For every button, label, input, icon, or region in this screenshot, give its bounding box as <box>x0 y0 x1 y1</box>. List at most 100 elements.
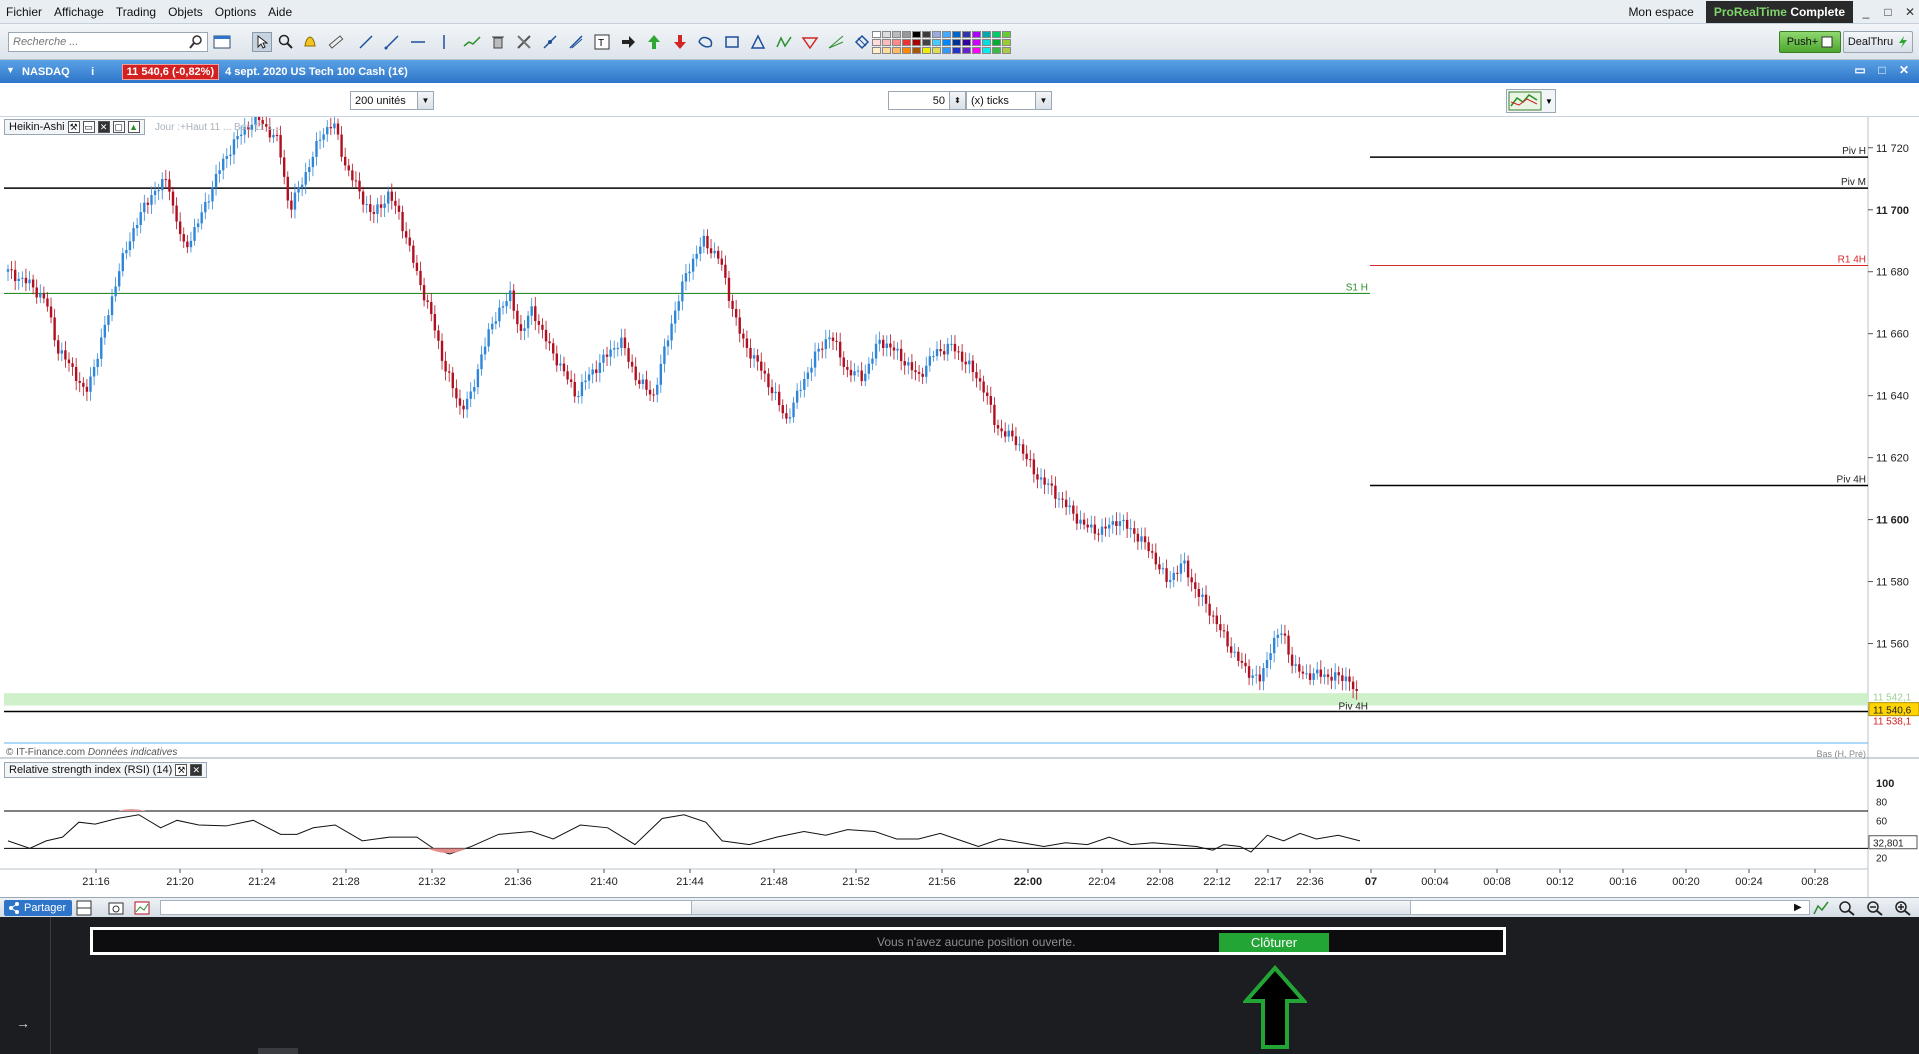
new-window-icon[interactable] <box>212 32 232 52</box>
expand-arrow-icon[interactable]: → <box>16 1015 30 1031</box>
maximize-chart-icon[interactable]: □ <box>1874 63 1890 79</box>
chart-type-button[interactable]: ▼ <box>1506 89 1556 113</box>
arrow-up-green-icon[interactable] <box>644 32 664 52</box>
screenshot-icon[interactable] <box>108 900 124 916</box>
indicator-add-icon[interactable] <box>134 900 152 916</box>
alert-bell-icon[interactable] <box>300 32 320 52</box>
arrow-up-icon[interactable]: ▲ <box>127 121 140 133</box>
wrench-icon[interactable]: ⚒ <box>67 121 80 133</box>
gann-tool-icon[interactable] <box>826 32 846 52</box>
layout-icon[interactable] <box>76 900 92 916</box>
horizontal-line-icon[interactable] <box>408 32 428 52</box>
trash-icon[interactable] <box>488 32 508 52</box>
cloturer-button[interactable]: Clôturer <box>1219 933 1329 952</box>
arrow-down-red-icon[interactable] <box>670 32 690 52</box>
candle-down <box>638 380 641 384</box>
fibonacci-icon[interactable] <box>540 32 560 52</box>
rsi-indicator-label[interactable]: Relative strength index (RSI) (14) ⚒ ✕ <box>4 762 208 778</box>
pitchfork-icon[interactable] <box>566 32 586 52</box>
zoom-out-icon[interactable] <box>1866 900 1884 916</box>
scroll-thumb[interactable] <box>691 901 1411 914</box>
search-icon[interactable] <box>188 34 204 50</box>
candle-down <box>343 156 347 166</box>
candle-up <box>157 190 160 192</box>
arrow-right-icon[interactable] <box>618 32 638 52</box>
color-palette[interactable] <box>872 31 1011 54</box>
close-chart-icon[interactable]: ✕ <box>1896 63 1912 79</box>
restore-icon[interactable]: ▢ <box>112 121 125 133</box>
candle-down <box>964 361 967 365</box>
candle-up <box>232 139 236 155</box>
units-select[interactable]: 200 unités ▼ <box>350 91 434 110</box>
scroll-right-icon[interactable]: ▶ <box>1794 902 1802 913</box>
scroll-track[interactable] <box>160 900 1810 915</box>
text-tool-icon[interactable]: T <box>592 32 612 52</box>
candle-down <box>785 413 788 419</box>
close-icon[interactable]: ✕ <box>97 121 110 133</box>
ray-tool-icon[interactable] <box>382 32 402 52</box>
chart-area[interactable]: Piv H Piv M R1 4H S1 H Piv 4H Piv 4H Bas (H, P… <box>0 117 1919 897</box>
menu-item-fichier[interactable]: Fichier <box>0 5 48 19</box>
candle-down <box>1165 568 1168 582</box>
push-plus-button[interactable]: Push+ <box>1779 31 1841 53</box>
pattern-tool-icon[interactable] <box>800 32 820 52</box>
delete-drawings-icon[interactable] <box>852 32 872 52</box>
minimize-button[interactable]: _ <box>1857 5 1875 19</box>
ellipse-tool-icon[interactable] <box>696 32 716 52</box>
candle-up <box>207 201 211 203</box>
candle-up <box>196 223 200 227</box>
chevron-down-icon[interactable]: ▼ <box>417 92 433 109</box>
line-tool-icon[interactable] <box>356 32 376 52</box>
candle-down <box>986 392 989 397</box>
zigzag-tool-icon[interactable] <box>774 32 794 52</box>
ticks-unit-select[interactable]: (x) ticks ▼ <box>966 91 1052 110</box>
candle-up <box>806 372 810 379</box>
maximize-button[interactable]: □ <box>1879 5 1897 19</box>
instrument-dropdown-icon[interactable]: ▼ <box>6 65 15 75</box>
mon-espace-link[interactable]: Mon espace <box>1620 5 1701 19</box>
candle-up <box>1100 526 1104 535</box>
menu-item-aide[interactable]: Aide <box>262 5 298 19</box>
menu-item-affichage[interactable]: Affichage <box>48 5 110 19</box>
rectangle-tool-icon[interactable] <box>722 32 742 52</box>
menu-item-options[interactable]: Options <box>209 5 262 19</box>
triangle-tool-icon[interactable] <box>748 32 768 52</box>
stepper-icon[interactable]: ⬍ <box>949 92 965 109</box>
candle-down <box>82 382 85 387</box>
candle-up <box>1262 667 1265 682</box>
zoom-fit-icon[interactable] <box>1838 900 1856 916</box>
trend-channel-icon[interactable] <box>462 32 482 52</box>
chevron-down-icon[interactable]: ▼ <box>1035 92 1051 109</box>
candle-down <box>648 389 652 395</box>
search-input[interactable] <box>9 33 187 51</box>
bottom-tab-handle[interactable] <box>258 1048 298 1054</box>
window-icon[interactable]: ▭ <box>82 121 95 133</box>
close-window-button[interactable]: ✕ <box>1901 5 1919 19</box>
minimize-chart-icon[interactable]: ▭ <box>1852 63 1868 79</box>
candle-up <box>229 154 232 157</box>
autoscale-icon[interactable] <box>1812 900 1830 916</box>
candle-down <box>1258 674 1262 682</box>
zoom-icon[interactable] <box>276 32 296 52</box>
cursor-icon[interactable] <box>252 32 272 52</box>
tools-icon[interactable] <box>514 32 534 52</box>
partager-button[interactable]: Partager <box>4 900 72 916</box>
info-icon[interactable]: i <box>88 66 98 78</box>
close-icon[interactable]: ✕ <box>190 764 203 776</box>
price-chart[interactable]: Piv H Piv M R1 4H S1 H Piv 4H Piv 4H Bas (H, P… <box>0 117 1919 897</box>
candle-down <box>394 200 397 206</box>
candle-up <box>114 286 117 297</box>
candle-down <box>408 237 411 246</box>
time-axis-label: 00:28 <box>1801 876 1829 888</box>
pivot-label-piv-h: Piv H <box>1842 146 1866 157</box>
heikin-ashi-indicator-label[interactable]: Heikin-Ashi ⚒ ▭ ✕ ▢ ▲ <box>4 119 145 135</box>
wrench-icon[interactable]: ⚒ <box>175 764 188 776</box>
menu-item-objets[interactable]: Objets <box>162 5 209 19</box>
candle-down <box>835 340 838 342</box>
ruler-icon[interactable] <box>326 32 346 52</box>
vertical-line-icon[interactable] <box>434 32 454 52</box>
zoom-in-icon[interactable] <box>1894 900 1912 916</box>
ticks-value-input[interactable]: 50 ⬍ <box>888 91 966 110</box>
dealthru-button[interactable]: DealThru <box>1843 31 1913 53</box>
menu-item-trading[interactable]: Trading <box>110 5 162 19</box>
